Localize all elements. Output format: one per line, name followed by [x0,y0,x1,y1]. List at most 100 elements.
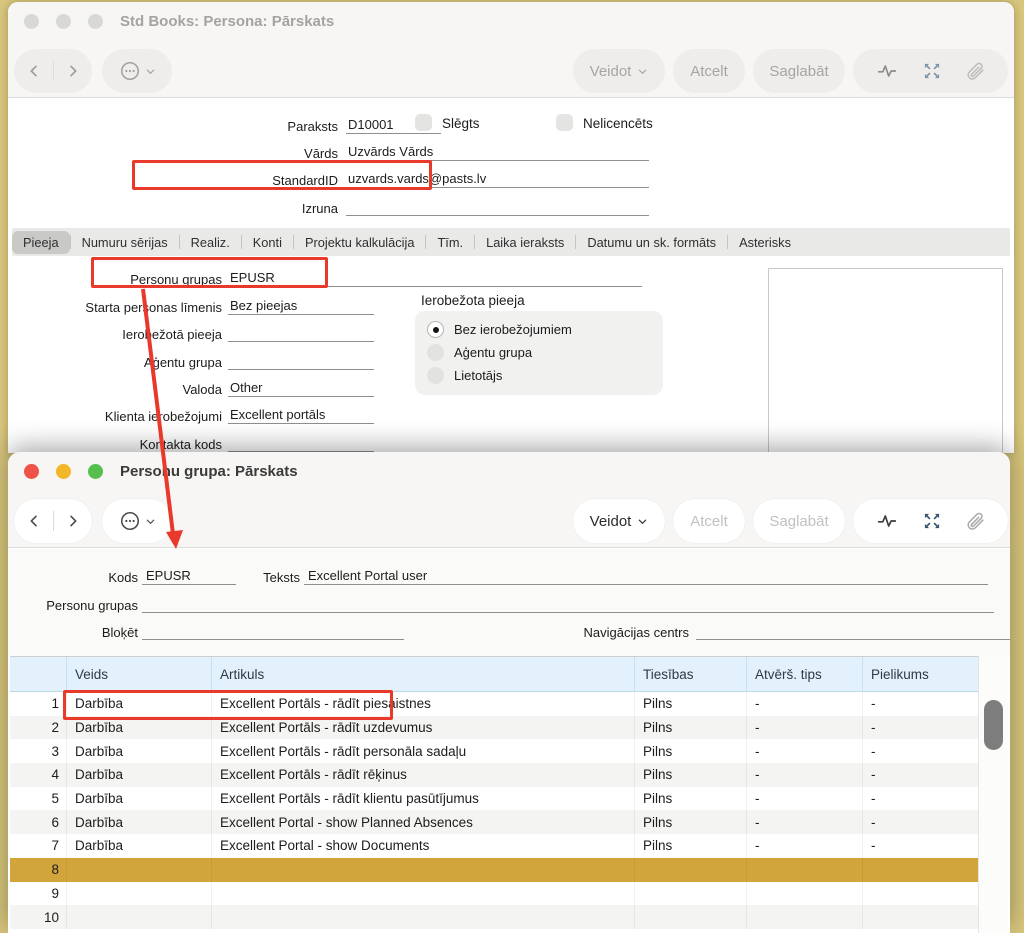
tab-numuru-s-rijas[interactable]: Numuru sērijas [71,231,179,254]
atvers-tips-cell[interactable] [747,905,863,929]
tab-t-m-[interactable]: Tīm. [426,231,474,254]
veidot-button[interactable]: Veidot [573,49,665,93]
artikuls-cell[interactable] [212,858,635,882]
tiesibas-cell[interactable]: Pilns [635,810,747,834]
veids-cell[interactable] [67,858,212,882]
vards-input[interactable]: Uzvārds Vārds [346,144,649,161]
field-input[interactable]: Other [228,380,374,397]
paperclip-icon[interactable] [965,61,985,81]
atvers-tips-cell[interactable]: - [747,763,863,787]
tab-laika-ieraksts[interactable]: Laika ieraksts [475,231,575,254]
scrollbar-thumb[interactable] [984,700,1003,750]
row-number-cell[interactable]: 7 [10,834,67,858]
tab-projektu-kalkul-cija[interactable]: Projektu kalkulācija [294,231,426,254]
operations-menu-button[interactable] [102,49,172,93]
artikuls-cell[interactable]: Excellent Portāls - rādīt personāla sada… [212,739,635,763]
pielikums-cell[interactable]: - [863,739,982,763]
artikuls-cell[interactable]: Excellent Portal - show Documents [212,834,635,858]
veids-cell[interactable]: Darbība [67,834,212,858]
tiesibas-cell[interactable] [635,858,747,882]
row-number-cell[interactable]: 2 [10,716,67,740]
atvers-tips-cell[interactable] [747,882,863,906]
pielikums-cell[interactable] [863,858,982,882]
pielikums-cell[interactable]: - [863,787,982,811]
row-number-cell[interactable]: 4 [10,763,67,787]
back-button[interactable] [15,63,53,79]
field-input[interactable]: Bez pieejas [228,298,374,315]
column-header-ties-bas[interactable]: Tiesības [635,657,747,691]
tiesibas-cell[interactable]: Pilns [635,763,747,787]
pielikums-cell[interactable] [863,905,982,929]
veids-cell[interactable]: Darbība [67,787,212,811]
tab-pieeja[interactable]: Pieeja [12,231,70,254]
row-number-cell[interactable]: 8 [10,858,67,882]
teksts-input[interactable]: Excellent Portal user [304,568,988,585]
atvers-tips-cell[interactable]: - [747,692,863,716]
radio-unselected-icon[interactable] [427,344,444,361]
veids-cell[interactable]: Darbība [67,739,212,763]
tiesibas-cell[interactable]: Pilns [635,716,747,740]
comment-box[interactable] [768,268,1003,453]
row-number-cell[interactable]: 6 [10,810,67,834]
tiesibas-cell[interactable]: Pilns [635,739,747,763]
tiesibas-cell[interactable]: Pilns [635,834,747,858]
tiesibas-cell[interactable]: Pilns [635,692,747,716]
row-number-cell[interactable]: 10 [10,905,67,929]
pielikums-cell[interactable]: - [863,834,982,858]
back-button[interactable] [15,513,53,529]
field-input[interactable]: Excellent portāls [228,407,374,424]
column-header-veids[interactable]: Veids [67,657,212,691]
scrollbar-track[interactable] [978,656,1008,933]
atvers-tips-cell[interactable]: - [747,739,863,763]
column-header-artikuls[interactable]: Artikuls [212,657,635,691]
artikuls-cell[interactable]: Excellent Portal - show Planned Absences [212,810,635,834]
expand-icon[interactable] [922,61,942,81]
artikuls-cell[interactable] [212,905,635,929]
row-number-cell[interactable]: 9 [10,882,67,906]
table-row[interactable]: 6DarbībaExcellent Portal - show Planned … [10,810,982,834]
column-header-atv-r-tips[interactable]: Atvērš. tips [747,657,863,691]
table-row[interactable]: 5DarbībaExcellent Portāls - rādīt klient… [10,787,982,811]
tab-konti[interactable]: Konti [242,231,293,254]
slegts-checkbox[interactable] [415,114,432,131]
paperclip-icon[interactable] [965,511,985,531]
zoom-icon[interactable] [88,14,103,29]
table-row[interactable]: 8 [10,858,982,882]
table-row[interactable]: 9 [10,882,982,906]
atvers-tips-cell[interactable] [747,858,863,882]
activity-icon[interactable] [876,511,898,531]
field-input[interactable] [228,368,374,370]
veids-cell[interactable]: Darbība [67,810,212,834]
radio-selected-icon[interactable] [427,321,444,338]
pielikums-cell[interactable]: - [863,716,982,740]
table-row[interactable]: 3DarbībaExcellent Portāls - rādīt person… [10,739,982,763]
atvers-tips-cell[interactable]: - [747,834,863,858]
forward-button[interactable] [54,513,92,529]
minimize-icon[interactable] [56,14,71,29]
nelicencets-checkbox[interactable] [556,114,573,131]
row-number-cell[interactable]: 1 [10,692,67,716]
table-row[interactable]: 10 [10,905,982,929]
artikuls-cell[interactable] [212,882,635,906]
tab-realiz-[interactable]: Realiz. [180,231,241,254]
tiesibas-cell[interactable] [635,905,747,929]
forward-button[interactable] [54,63,92,79]
table-row[interactable]: 7DarbībaExcellent Portal - show Document… [10,834,982,858]
radio-option[interactable]: Lietotājs [427,364,663,387]
column-header-pielikums[interactable]: Pielikums [863,657,982,691]
pielikums-cell[interactable] [863,882,982,906]
saglabat-button[interactable]: Saglabāt [753,499,845,543]
close-icon[interactable] [24,14,39,29]
personu-grupas-input[interactable] [142,611,994,613]
veidot-button[interactable]: Veidot [573,499,665,543]
bloket-input[interactable] [142,638,404,640]
atvers-tips-cell[interactable]: - [747,787,863,811]
tab-datumu-un-sk-form-ts[interactable]: Datumu un sk. formāts [576,231,727,254]
atcelt-button[interactable]: Atcelt [673,49,745,93]
pielikums-cell[interactable]: - [863,763,982,787]
tiesibas-cell[interactable]: Pilns [635,787,747,811]
field-input[interactable] [228,340,374,342]
saglabat-button[interactable]: Saglabāt [753,49,845,93]
zoom-icon[interactable] [88,464,103,479]
veids-cell[interactable]: Darbība [67,763,212,787]
